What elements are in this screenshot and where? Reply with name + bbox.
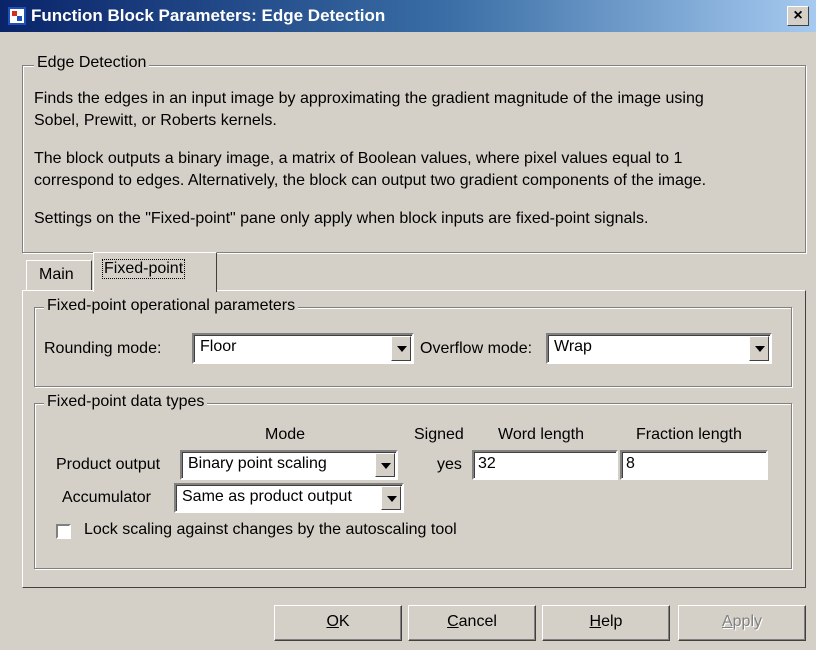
tab-main-label: Main <box>39 266 74 283</box>
tab-fixed-point-label: Fixed-point <box>101 259 186 279</box>
description-line-3: The block outputs a binary image, a matr… <box>34 150 683 167</box>
signed-header: Signed <box>414 426 464 443</box>
apply-label-rest: pply <box>732 613 763 630</box>
description-line-2: Sobel, Prewitt, or Roberts kernels. <box>34 112 277 129</box>
data-types-title: Fixed-point data types <box>44 393 208 411</box>
fraction-length-value: 8 <box>626 455 635 472</box>
chevron-down-icon[interactable] <box>381 486 401 510</box>
description-line-1: Finds the edges in an input image by app… <box>34 90 704 107</box>
tab-fixed-point[interactable]: Fixed-point <box>93 252 217 292</box>
description-line-4: correspond to edges. Alternatively, the … <box>34 172 707 189</box>
product-output-mode-select[interactable]: Binary point scaling <box>180 450 398 480</box>
fraction-length-header: Fraction length <box>636 426 742 443</box>
lock-scaling-label[interactable]: Lock scaling against changes by the auto… <box>84 521 457 539</box>
overflow-mode-value: Wrap <box>554 338 592 355</box>
cancel-mnemonic: C <box>447 613 459 630</box>
ok-label-rest: K <box>338 613 350 630</box>
description-group-title: Edge Detection <box>34 54 150 72</box>
close-icon: × <box>793 7 803 24</box>
apply-mnemonic: A <box>721 613 733 630</box>
help-mnemonic: H <box>589 613 602 630</box>
product-output-mode-value: Binary point scaling <box>188 455 327 472</box>
chevron-down-icon[interactable] <box>375 453 395 477</box>
tab-main[interactable]: Main <box>26 260 92 291</box>
overflow-mode-label: Overflow mode: <box>420 340 533 357</box>
window-title: Function Block Parameters: Edge Detectio… <box>31 6 386 25</box>
help-label-rest: elp <box>601 613 623 630</box>
fraction-length-input[interactable]: 8 <box>620 450 768 480</box>
operational-parameters-title: Fixed-point operational parameters <box>44 297 299 315</box>
accumulator-mode-value: Same as product output <box>182 488 352 505</box>
accumulator-mode-select[interactable]: Same as product output <box>174 483 404 513</box>
product-output-label: Product output <box>56 456 161 473</box>
simulink-block-icon <box>8 7 26 25</box>
ok-mnemonic: O <box>326 613 339 630</box>
close-button[interactable]: × <box>787 6 809 26</box>
help-button[interactable]: Help <box>542 605 670 641</box>
rounding-mode-value: Floor <box>200 338 237 355</box>
chevron-down-icon[interactable] <box>391 336 411 361</box>
accumulator-label: Accumulator <box>62 489 151 506</box>
chevron-down-icon[interactable] <box>749 336 769 361</box>
description-line-5: Settings on the "Fixed-point" pane only … <box>34 210 649 227</box>
cancel-label-rest: ancel <box>458 613 497 630</box>
word-length-header: Word length <box>498 426 584 443</box>
overflow-mode-select[interactable]: Wrap <box>546 333 772 364</box>
rounding-mode-label: Rounding mode: <box>44 340 162 357</box>
ok-button[interactable]: OK <box>274 605 402 641</box>
product-output-signed: yes <box>437 456 462 473</box>
rounding-mode-select[interactable]: Floor <box>192 333 414 364</box>
mode-header: Mode <box>265 426 306 443</box>
word-length-input[interactable]: 32 <box>472 450 618 480</box>
lock-scaling-checkbox[interactable] <box>56 524 71 539</box>
apply-button[interactable]: Apply <box>678 605 806 641</box>
word-length-value: 32 <box>478 455 496 472</box>
cancel-button[interactable]: Cancel <box>408 605 536 641</box>
